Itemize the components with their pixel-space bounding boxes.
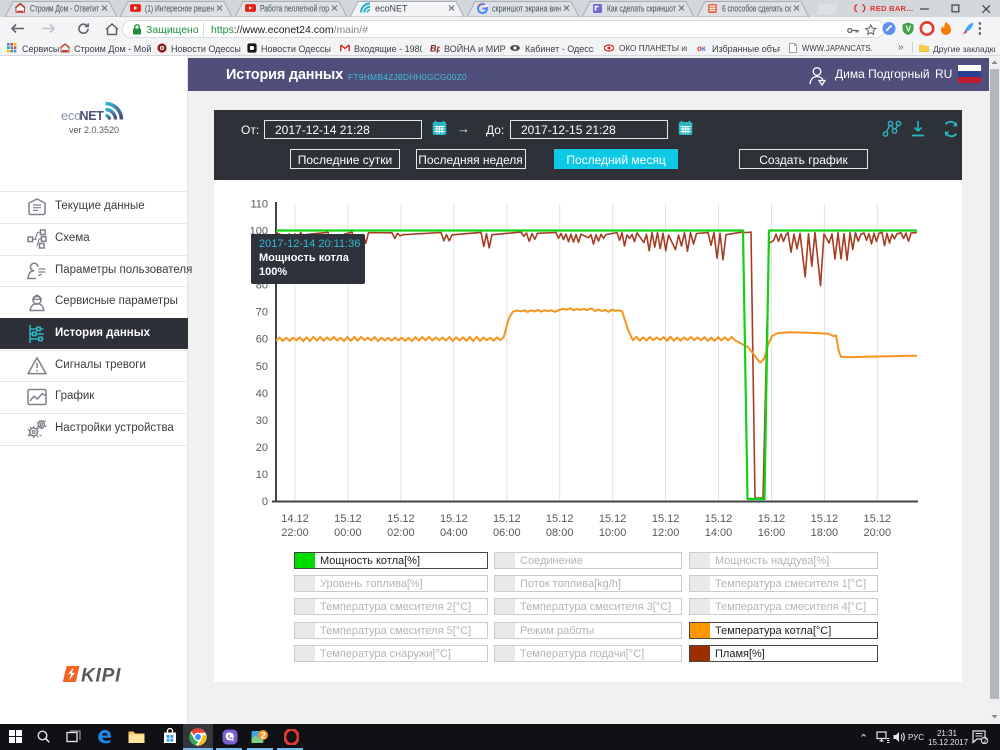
svg-text:Строим Дом - Ответит: Строим Дом - Ответит bbox=[30, 3, 99, 13]
svg-text:2: 2 bbox=[983, 738, 987, 744]
svg-text:Работа пеллетной гор: Работа пеллетной гор bbox=[260, 3, 329, 13]
svg-text:(1) Интересное решен: (1) Интересное решен bbox=[145, 3, 214, 13]
svg-text:V: V bbox=[906, 25, 912, 34]
svg-text:RED BAR...: RED BAR... bbox=[870, 4, 913, 13]
svg-text:скриншот экрана вин: скриншот экрана вин bbox=[492, 3, 561, 13]
svg-text:Вр: Вр bbox=[430, 44, 440, 54]
svg-text:ecoNET: ecoNET bbox=[375, 3, 408, 13]
svg-text:к: к bbox=[702, 44, 707, 53]
svg-text:6 способов сделать ск: 6 способов сделать ск bbox=[722, 3, 791, 13]
svg-text:2: 2 bbox=[261, 731, 266, 742]
svg-text:Как сделать скриншот: Как сделать скриншот bbox=[607, 3, 676, 13]
